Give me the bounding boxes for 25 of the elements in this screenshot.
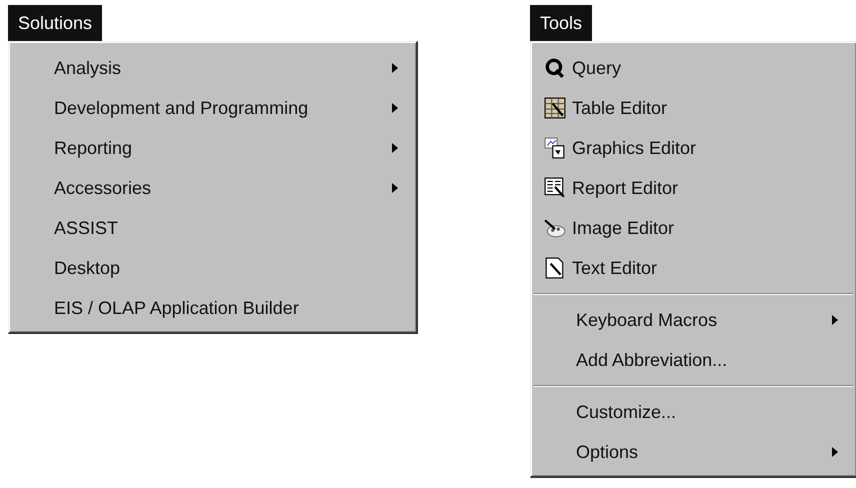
menu-title[interactable]: Solutions bbox=[8, 5, 102, 41]
menu-item[interactable]: Accessories bbox=[12, 168, 413, 208]
menu-item[interactable]: Customize... bbox=[534, 392, 853, 432]
menu-item[interactable]: Keyboard Macros bbox=[534, 300, 853, 340]
palette-icon bbox=[544, 217, 566, 239]
menu-title[interactable]: Tools bbox=[530, 5, 592, 41]
menu-item[interactable]: EIS / OLAP Application Builder bbox=[12, 288, 413, 328]
menu-item[interactable]: Options bbox=[534, 432, 853, 472]
chart-page-icon bbox=[544, 137, 566, 159]
report-edit-icon bbox=[544, 177, 566, 199]
document-edit-icon bbox=[544, 257, 566, 279]
menu-item[interactable]: Image Editor bbox=[534, 208, 853, 248]
menu-item[interactable]: Analysis bbox=[12, 48, 413, 88]
menu-item[interactable]: Development and Programming bbox=[12, 88, 413, 128]
menu-item[interactable]: Add Abbreviation... bbox=[534, 340, 853, 380]
menu-item[interactable]: Query bbox=[534, 48, 853, 88]
menu-item[interactable]: Table Editor bbox=[534, 88, 853, 128]
menu-item[interactable]: Desktop bbox=[12, 248, 413, 288]
menu-item[interactable]: ASSIST bbox=[12, 208, 413, 248]
table-edit-icon bbox=[544, 97, 566, 119]
query-icon bbox=[544, 57, 566, 79]
menu-item[interactable]: Text Editor bbox=[534, 248, 853, 288]
menu-item[interactable]: Graphics Editor bbox=[534, 128, 853, 168]
menu-item[interactable]: Reporting bbox=[12, 128, 413, 168]
menu-item[interactable]: Report Editor bbox=[534, 168, 853, 208]
